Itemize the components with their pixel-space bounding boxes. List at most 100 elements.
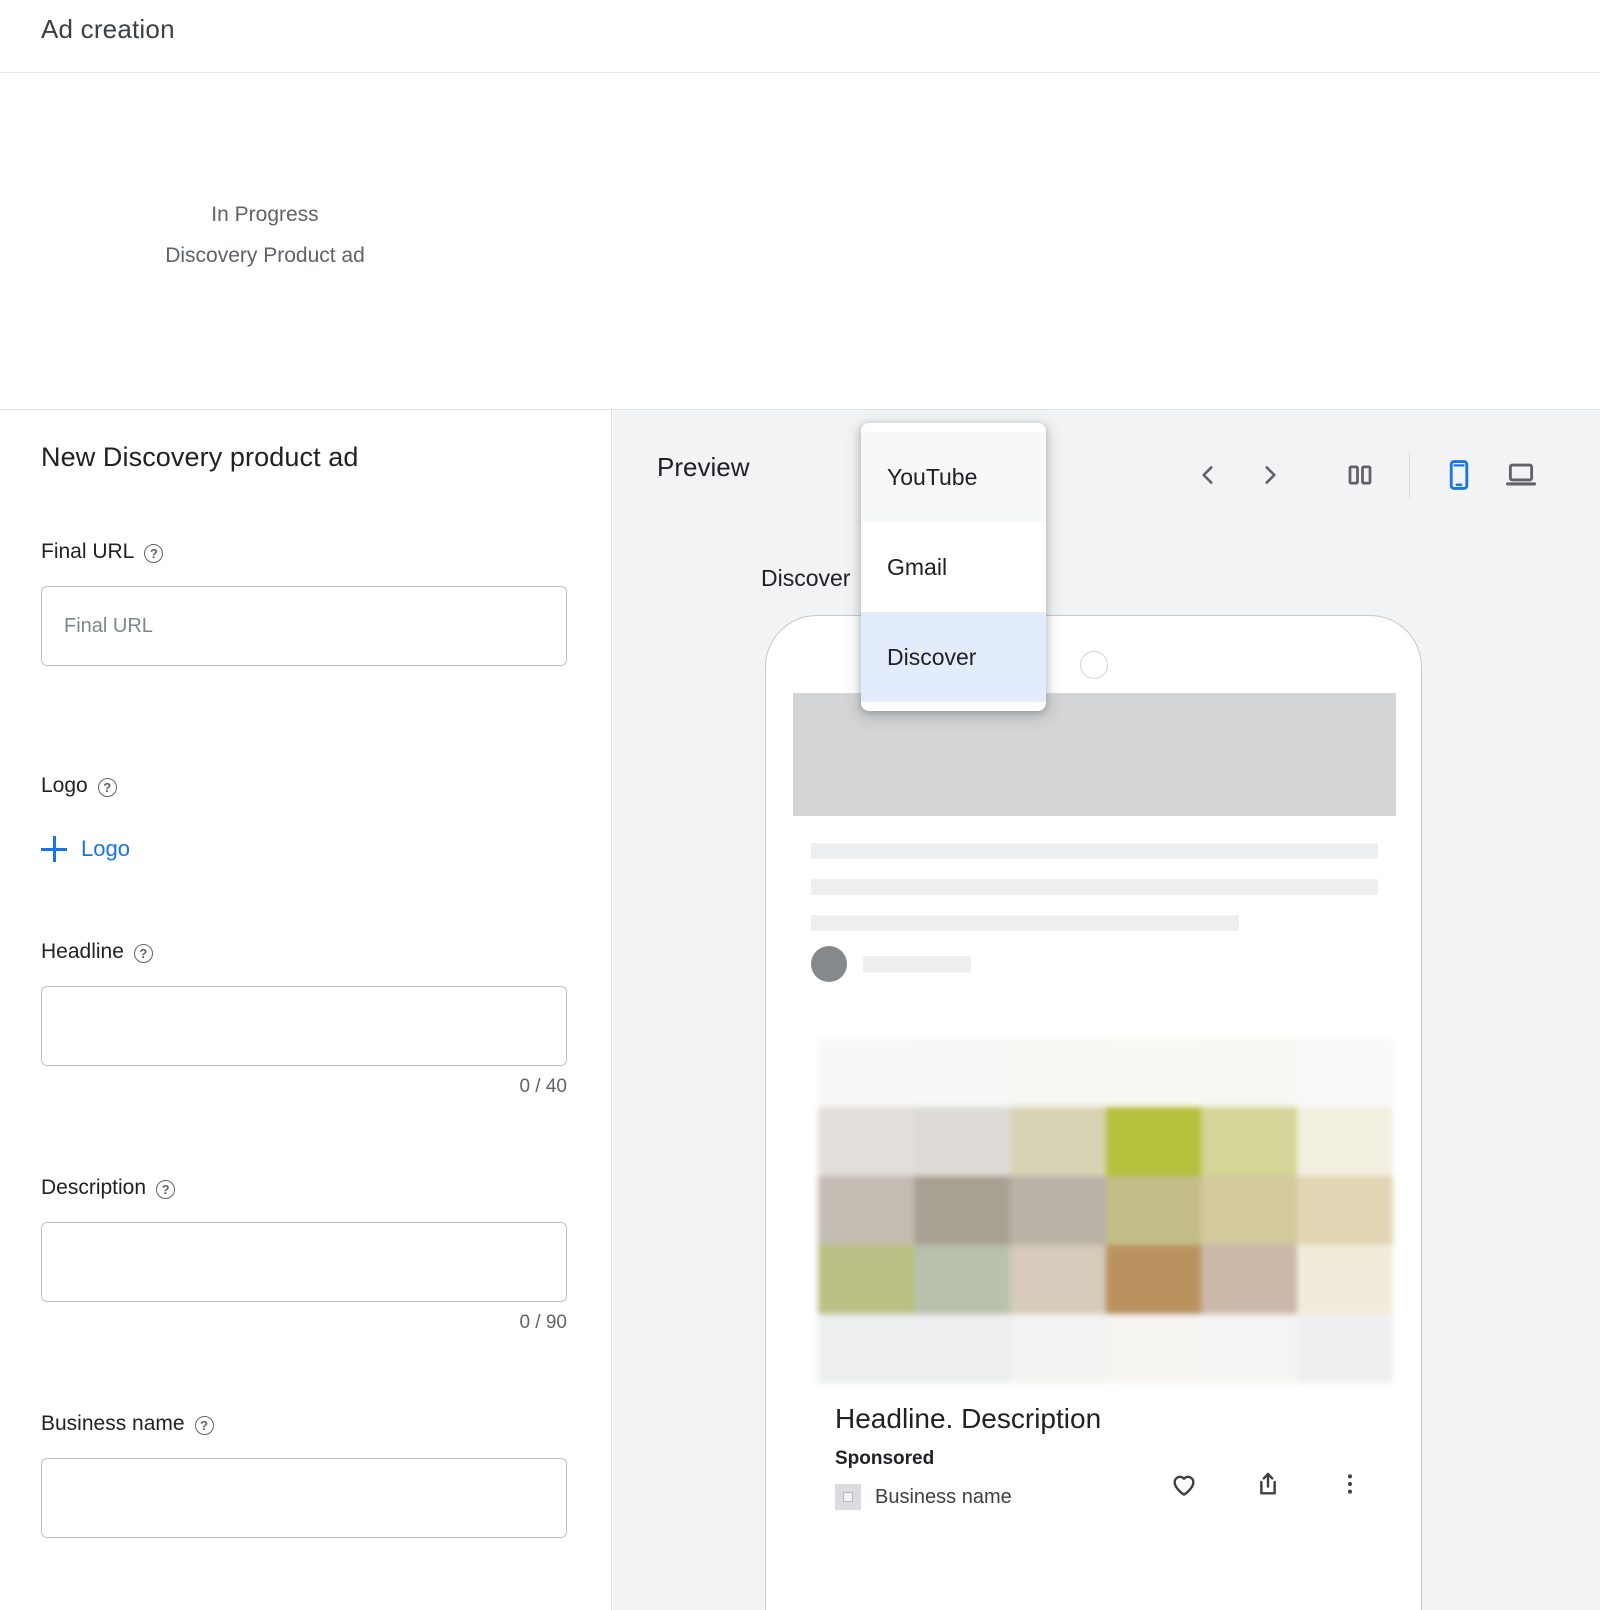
- toolbar-divider: [1409, 452, 1410, 498]
- mosaic-tile: [1009, 1314, 1106, 1383]
- chevron-left-icon: [1202, 466, 1213, 484]
- laptop-device-icon: [1505, 463, 1537, 486]
- mosaic-tile: [913, 1314, 1010, 1383]
- mobile-device-icon: [1449, 460, 1469, 490]
- mosaic-tile: [1105, 1038, 1202, 1107]
- business-favicon-icon: [835, 1484, 861, 1510]
- headline-input[interactable]: [41, 986, 567, 1066]
- preview-desktop-device-button[interactable]: [1490, 444, 1552, 506]
- mosaic-tile: [1297, 1245, 1393, 1314]
- ad-image-placeholder: [818, 1038, 1393, 1383]
- help-icon[interactable]: ?: [194, 1415, 214, 1435]
- mosaic-tile: [1105, 1314, 1202, 1383]
- avatar: [811, 946, 847, 982]
- business-name-label-text: Business name: [41, 1412, 185, 1435]
- description-counter: 0 / 90: [519, 1312, 567, 1333]
- preview-mobile-device-button[interactable]: [1428, 444, 1490, 506]
- final-url-label: Final URL ?: [41, 540, 567, 564]
- field-headline: Headline ? 0 / 40: [41, 940, 567, 1098]
- more-vert-icon: [1348, 1474, 1352, 1494]
- logo-label: Logo ?: [41, 774, 567, 798]
- business-name-input[interactable]: [41, 1458, 567, 1538]
- dropdown-item-label: Discover: [887, 643, 977, 670]
- description-label-text: Description: [41, 1176, 147, 1199]
- plus-icon: [41, 836, 67, 862]
- final-url-label-text: Final URL: [41, 540, 135, 563]
- logo-label-text: Logo: [41, 774, 88, 797]
- ad-creation-page: Ad creation In Progress Discovery Produc…: [0, 0, 1600, 1610]
- progress-status-text: In Progress: [211, 203, 319, 226]
- dropdown-item-youtube[interactable]: YouTube: [861, 432, 1046, 522]
- ad-like-button[interactable]: [1168, 1468, 1200, 1500]
- mosaic-tile: [1297, 1107, 1393, 1176]
- business-name-label: Business name ?: [41, 1412, 567, 1436]
- description-label: Description ?: [41, 1176, 567, 1200]
- mosaic-tile: [818, 1314, 914, 1383]
- chevron-right-icon: [1265, 466, 1276, 484]
- form-heading: New Discovery product ad: [41, 442, 359, 472]
- preview-split-view-button[interactable]: [1329, 444, 1391, 506]
- mosaic-tile: [913, 1176, 1010, 1245]
- mosaic-tile: [1105, 1107, 1202, 1176]
- preview-heading: Preview: [657, 452, 750, 482]
- split-view-icon: [1348, 465, 1372, 485]
- mosaic-tile: [1297, 1314, 1393, 1383]
- mosaic-tile: [1201, 1176, 1298, 1245]
- preview-platform-label[interactable]: Discover: [761, 565, 850, 592]
- dropdown-item-label: Gmail: [887, 553, 948, 580]
- mosaic-tile: [913, 1107, 1010, 1176]
- mosaic-tile: [1201, 1107, 1298, 1176]
- mosaic-tile: [1297, 1038, 1393, 1107]
- dropdown-item-label: YouTube: [887, 463, 978, 490]
- dropdown-item-discover[interactable]: Discover: [861, 612, 1046, 702]
- ad-more-options-button[interactable]: [1336, 1470, 1364, 1498]
- page-title: Ad creation: [41, 14, 175, 44]
- preview-prev-button[interactable]: [1177, 444, 1239, 506]
- help-icon[interactable]: ?: [133, 943, 153, 963]
- headline-label: Headline ?: [41, 940, 567, 964]
- ad-share-button[interactable]: [1252, 1468, 1284, 1500]
- help-icon[interactable]: ?: [156, 1179, 176, 1199]
- headline-label-text: Headline: [41, 940, 124, 963]
- ad-card-actions: [1168, 1468, 1364, 1500]
- ad-sponsored-label: Sponsored: [835, 1448, 935, 1469]
- headline-counter: 0 / 40: [519, 1076, 567, 1097]
- progress-ad-name: Discovery Product ad: [165, 244, 365, 267]
- description-input[interactable]: [41, 1222, 567, 1302]
- mosaic-tile: [1105, 1245, 1202, 1314]
- mosaic-tile: [1009, 1245, 1106, 1314]
- ad-progress-block: In Progress Discovery Product ad: [0, 73, 612, 409]
- field-logo: Logo ? Logo: [41, 774, 567, 867]
- screen-top-banner: [793, 693, 1396, 816]
- app-header: Ad creation: [0, 0, 1600, 73]
- skeleton-line: [811, 879, 1378, 895]
- preview-panel: Preview Discover YouTube Gmail Discover …: [613, 410, 1600, 1610]
- mosaic-tile: [1009, 1038, 1106, 1107]
- share-icon: [1260, 1472, 1276, 1495]
- add-logo-label: Logo: [81, 836, 130, 861]
- phone-camera-icon: [1079, 651, 1108, 679]
- heart-icon: [1173, 1475, 1195, 1496]
- skeleton-line: [811, 915, 1239, 931]
- dropdown-item-gmail[interactable]: Gmail: [861, 522, 1046, 612]
- ad-headline: Headline. Description: [835, 1403, 1102, 1434]
- help-icon[interactable]: ?: [97, 777, 117, 797]
- mosaic-tile: [818, 1245, 914, 1314]
- add-logo-button[interactable]: Logo: [41, 836, 130, 862]
- mosaic-tile: [1105, 1176, 1202, 1245]
- ad-business-name: Business name: [875, 1485, 1012, 1508]
- preview-next-button[interactable]: [1239, 444, 1301, 506]
- skeleton-line: [811, 843, 1378, 859]
- help-icon[interactable]: ?: [144, 543, 164, 563]
- field-description: Description ? 0 / 90: [41, 1176, 567, 1334]
- mosaic-tile: [818, 1107, 914, 1176]
- mosaic-tile: [1201, 1314, 1298, 1383]
- field-business-name: Business name ?: [41, 1412, 567, 1538]
- mosaic-tile: [913, 1245, 1010, 1314]
- skeleton-line: [863, 956, 971, 973]
- phone-screen: Headline. Description Sponsored Business…: [793, 693, 1396, 1610]
- mosaic-tile: [818, 1176, 914, 1245]
- mosaic-tile: [818, 1038, 914, 1107]
- final-url-input[interactable]: [41, 586, 567, 666]
- platform-dropdown-menu: YouTube Gmail Discover: [861, 423, 1046, 711]
